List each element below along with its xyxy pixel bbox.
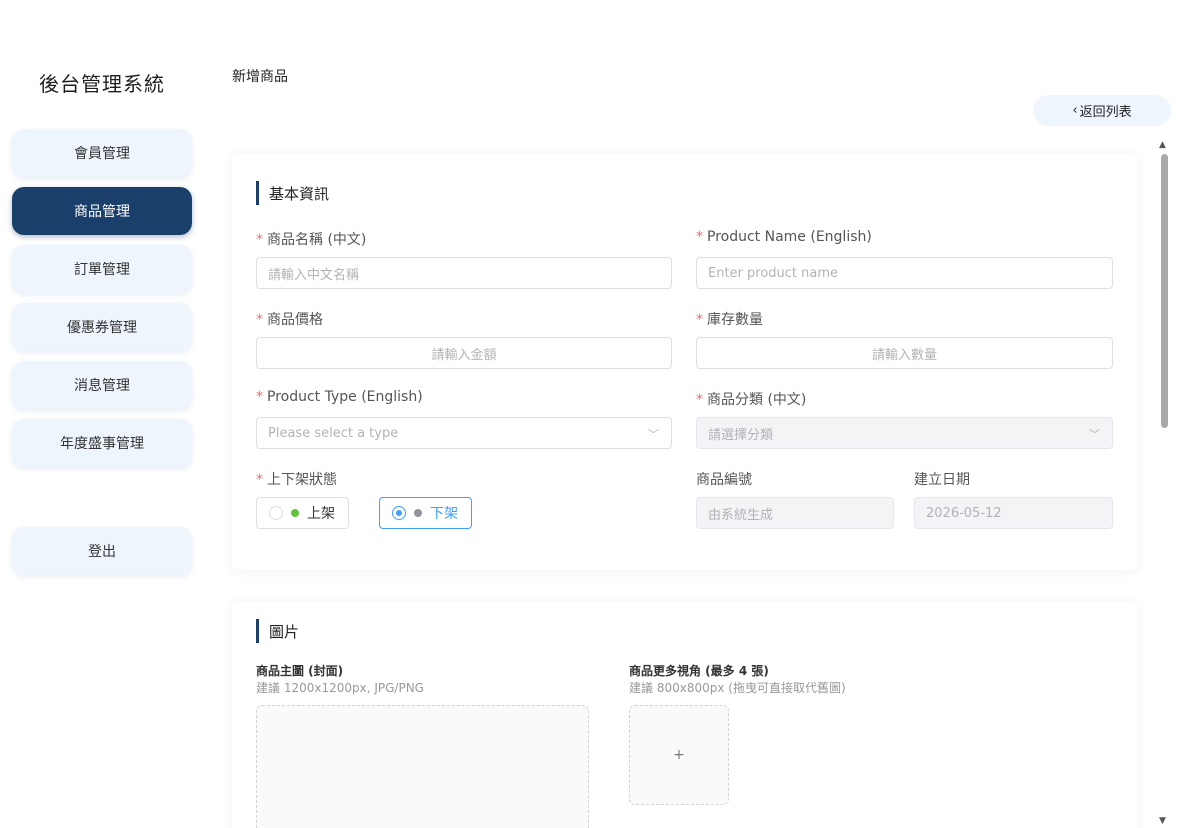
name-zh-input[interactable]: 請輸入中文名稱 (256, 257, 672, 289)
main-image-upload[interactable] (256, 705, 589, 828)
required-mark: * (696, 392, 703, 408)
scrollbar[interactable]: ▲ ▼ (1157, 140, 1171, 828)
status-radio-on-shelf[interactable]: 上架 (256, 497, 349, 529)
section-title-basic: 基本資訊 (256, 181, 329, 205)
section-title-images-text: 圖片 (269, 622, 300, 641)
price-input[interactable]: 請輸入金額 (256, 337, 672, 369)
status-label: * 上下架狀態 (256, 469, 337, 489)
section-title-basic-text: 基本資訊 (269, 184, 330, 203)
status-dot-green (291, 509, 299, 517)
add-image-button[interactable]: + (629, 705, 729, 805)
app-root: 後台管理系統 會員管理 商品管理 訂單管理 優惠券管理 消息管理 年度盛事管理 … (0, 0, 1193, 828)
basic-info-card: 基本資訊 * 商品名稱 (中文) 請輸入中文名稱 * Product Name (E… (232, 154, 1138, 570)
stock-input[interactable]: 請輸入數量 (696, 337, 1113, 369)
more-images-hint: 建議 800x800px (拖曳可直接取代舊圖) (629, 681, 846, 695)
required-mark: * (256, 472, 263, 488)
main-image-hint: 建議 1200x1200px, JPG/PNG (256, 681, 424, 695)
sidebar-item-products[interactable]: 商品管理 (12, 187, 192, 235)
sidebar-item-coupons[interactable]: 優惠券管理 (12, 303, 192, 351)
product-no-field: 由系統生成 (696, 497, 894, 529)
category-zh-label-text: 商品分類 (中文) (707, 392, 807, 408)
section-accent-bar (256, 619, 259, 643)
status-label-text: 上下架狀態 (267, 472, 337, 488)
main-image-label: 商品主圖 (封面) (256, 664, 344, 678)
status-dot-gray (414, 509, 422, 517)
section-accent-bar (256, 181, 259, 205)
radio-circle (269, 506, 283, 520)
name-zh-label-text: 商品名稱 (中文) (267, 232, 367, 248)
back-to-list-button[interactable]: ‹ 返回列表 (1033, 95, 1171, 126)
brand-title: 後台管理系統 (39, 72, 165, 96)
images-card: 圖片 商品主圖 (封面) 建議 1200x1200px, JPG/PNG 商品更… (232, 602, 1138, 828)
price-label: * 商品價格 (256, 309, 323, 329)
type-en-label-text: Product Type (English) (267, 389, 423, 405)
name-zh-label: * 商品名稱 (中文) (256, 229, 366, 249)
price-label-text: 商品價格 (267, 312, 323, 328)
chevron-down-icon: ﹀ (648, 428, 659, 441)
sidebar-item-members[interactable]: 會員管理 (12, 129, 192, 177)
sidebar-item-orders[interactable]: 訂單管理 (12, 245, 192, 293)
name-en-input[interactable]: Enter product name (696, 257, 1113, 289)
logout-button[interactable]: 登出 (12, 527, 192, 575)
category-zh-label: * 商品分類 (中文) (696, 389, 806, 409)
plus-icon: + (673, 747, 685, 763)
type-en-placeholder: Please select a type (268, 425, 399, 441)
name-en-placeholder: Enter product name (708, 265, 839, 281)
scrollbar-thumb[interactable] (1161, 154, 1168, 428)
scroll-up-arrow-icon[interactable]: ▲ (1159, 140, 1166, 150)
status-off-shelf-text: 下架 (430, 506, 458, 522)
required-mark: * (696, 229, 703, 245)
price-placeholder: 請輸入金額 (431, 347, 497, 363)
created-date-value: 2026-05-12 (926, 505, 1002, 521)
section-title-images: 圖片 (256, 619, 299, 643)
created-date-label: 建立日期 (914, 472, 970, 488)
required-mark: * (256, 232, 263, 248)
required-mark: * (696, 312, 703, 328)
category-zh-placeholder: 請選擇分類 (708, 427, 774, 443)
product-no-value: 由系統生成 (708, 507, 774, 523)
more-images-label: 商品更多視角 (最多 4 張) (629, 664, 769, 678)
scroll-down-arrow-icon[interactable]: ▼ (1159, 816, 1166, 826)
status-on-shelf-text: 上架 (307, 506, 335, 522)
page-title: 新增商品 (232, 69, 288, 85)
stock-label: * 庫存數量 (696, 309, 763, 329)
radio-circle-checked (392, 506, 406, 520)
type-en-label: * Product Type (English) (256, 389, 423, 405)
name-en-label: * Product Name (English) (696, 229, 872, 245)
category-zh-select[interactable]: 請選擇分類 ﹀ (696, 417, 1113, 449)
product-no-label: 商品編號 (696, 472, 752, 488)
sidebar: 後台管理系統 會員管理 商品管理 訂單管理 優惠券管理 消息管理 年度盛事管理 … (0, 0, 204, 828)
required-mark: * (256, 312, 263, 328)
stock-label-text: 庫存數量 (707, 312, 763, 328)
created-date-field: 2026-05-12 (914, 497, 1113, 529)
sidebar-item-news[interactable]: 消息管理 (12, 361, 192, 409)
type-en-select[interactable]: Please select a type ﹀ (256, 417, 672, 449)
status-radio-off-shelf[interactable]: 下架 (379, 497, 472, 529)
chevron-left-icon: ‹ (1072, 103, 1078, 118)
required-mark: * (256, 389, 263, 405)
stock-placeholder: 請輸入數量 (871, 347, 937, 363)
back-to-list-label: 返回列表 (1079, 105, 1132, 120)
sidebar-item-events[interactable]: 年度盛事管理 (12, 419, 192, 467)
name-en-label-text: Product Name (English) (707, 229, 872, 245)
chevron-down-icon: ﹀ (1089, 428, 1100, 441)
name-zh-placeholder: 請輸入中文名稱 (268, 267, 360, 283)
